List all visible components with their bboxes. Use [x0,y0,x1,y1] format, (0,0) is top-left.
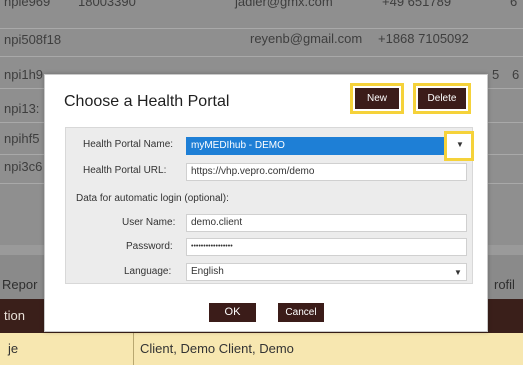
portal-url-field[interactable]: https://vhp.vepro.com/demo [186,163,467,181]
portal-name-label: Health Portal Name: [83,139,174,150]
data-cell: je [8,341,19,356]
table-cell: +49 651789 [382,0,452,9]
choose-health-portal-dialog: Choose a Health Portal New Delete Health… [44,74,488,332]
new-button[interactable]: New [355,88,399,109]
language-label: Language: [124,266,172,277]
profile-label: rofil [494,277,515,292]
report-label: Repor [2,277,38,292]
table-cell: npie969 [4,0,51,9]
table-row: npie969 18003390 jadler@gmx.com +49 6517… [0,0,523,29]
column-divider [133,333,134,365]
portal-name-select[interactable]: myMEDIhub - DEMO [186,137,445,155]
portal-form: Health Portal Name: myMEDIhub - DEMO ▼ H… [65,127,474,284]
table-cell: npi13: [4,101,40,116]
table-cell: 18003390 [78,0,136,9]
dialog-title: Choose a Health Portal [64,93,230,110]
chevron-down-icon: ▼ [456,140,464,149]
data-cell: Client, Demo Client, Demo [140,341,294,356]
column-header-label: tion [4,308,25,323]
table-cell: npi1h9 [4,67,44,82]
portal-url-label: Health Portal URL: [83,165,167,176]
table-cell: npihf5 [4,131,40,146]
user-name-field[interactable]: demo.client [186,214,467,232]
delete-button[interactable]: Delete [418,88,466,109]
chevron-down-icon: ▼ [454,268,462,277]
table-cell: npi3c6 [4,159,43,174]
password-field[interactable]: ••••••••••••••••• [186,238,467,256]
language-select[interactable]: English [186,263,467,281]
table-cell: +1868 7105092 [378,31,469,46]
table-cell: npi508f18 [4,32,62,47]
table-cell: reyenb@gmail.com [250,31,363,46]
cancel-button[interactable]: Cancel [278,303,324,322]
table-row: npi508f18 reyenb@gmail.com +1868 7105092 [0,28,523,57]
user-name-label: User Name: [122,217,176,228]
background-data-row: je Client, Demo Client, Demo [0,333,523,365]
auto-login-label: Data for automatic login (optional): [76,193,229,204]
table-cell: 6 [510,0,518,9]
table-cell: jadler@gmx.com [235,0,333,9]
password-label: Password: [126,241,173,252]
ok-button[interactable]: OK [209,303,256,322]
table-cell: 5 [492,67,500,82]
table-cell: 6 [512,67,520,82]
